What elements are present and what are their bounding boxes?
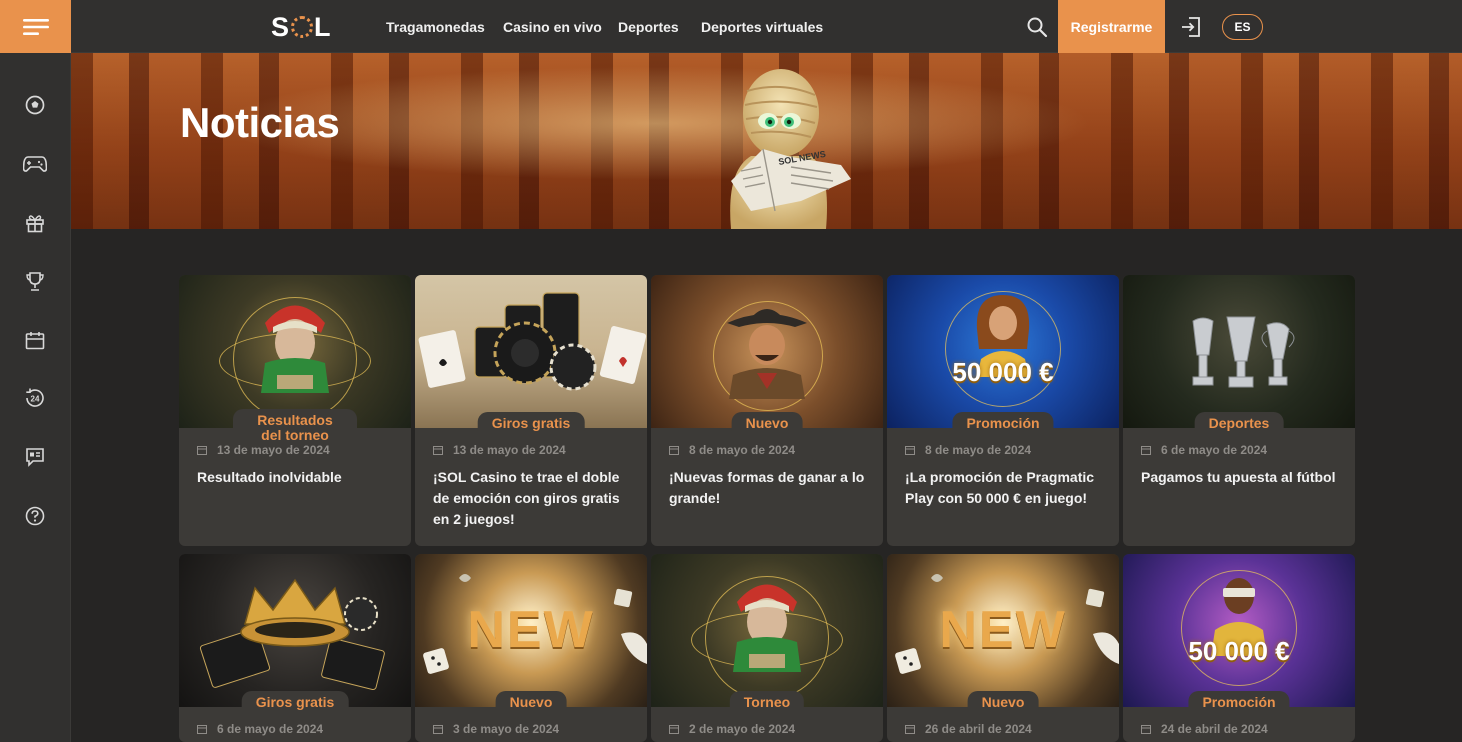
news-card[interactable]: Nuevo 8 de mayo de 2024 ¡Nuevas formas d… xyxy=(651,275,883,546)
card-date-text: 26 de abril de 2024 xyxy=(925,722,1032,736)
card-image: NEW xyxy=(887,554,1119,707)
card-tag: Nuevo xyxy=(495,691,567,710)
nav-deportes[interactable]: Deportes xyxy=(618,0,679,53)
news-card[interactable]: 50 000 € Promoción 8 de mayo de 2024 ¡La… xyxy=(887,275,1119,546)
card-banner-text: 50 000 € xyxy=(952,357,1054,387)
card-title: ¡SOL Casino te trae el doble de emoción … xyxy=(433,469,620,527)
trophy-icon[interactable] xyxy=(22,268,48,294)
card-date: 6 de mayo de 2024 xyxy=(179,707,411,736)
page-title: Noticias xyxy=(180,99,340,146)
hamburger-icon xyxy=(22,18,49,35)
card-image xyxy=(651,554,883,707)
sun-logo-icon xyxy=(291,16,314,38)
mummy-reading-newspaper-illustration: SOL NEWS xyxy=(730,69,851,229)
sidebar: 24 xyxy=(0,53,71,742)
news-card[interactable]: NEW Nuevo 26 de abril de 2024 xyxy=(887,554,1119,742)
gamepad-icon[interactable] xyxy=(22,151,48,177)
card-tag: Nuevo xyxy=(731,412,803,431)
hero-banner: Noticias SOL NEWS xyxy=(71,53,1462,229)
calendar-small-icon xyxy=(669,446,679,455)
menu-button[interactable] xyxy=(0,0,71,53)
card-tag: Torneo xyxy=(729,691,805,710)
card-image xyxy=(179,554,411,707)
gift-icon[interactable] xyxy=(22,210,48,236)
card-image xyxy=(1123,275,1355,428)
calendar-small-icon xyxy=(1141,725,1151,734)
card-image xyxy=(651,275,883,428)
news-card[interactable]: Giros gratis 13 de mayo de 2024 ¡SOL Cas… xyxy=(415,275,647,546)
card-date: 2 de mayo de 2024 xyxy=(651,707,883,736)
card-tag: Nuevo xyxy=(967,691,1039,710)
register-button[interactable]: Registrarme xyxy=(1058,0,1165,53)
soccer-ball-icon[interactable] xyxy=(22,92,48,118)
calendar-small-icon xyxy=(433,725,443,734)
nav-casino-en-vivo[interactable]: Casino en vivo xyxy=(503,0,602,53)
card-date-text: 3 de mayo de 2024 xyxy=(453,722,560,736)
search-icon[interactable] xyxy=(1026,16,1048,38)
card-date: 24 de abril de 2024 xyxy=(1123,707,1355,736)
card-title: Resultado inolvidable xyxy=(197,469,342,485)
card-image: 50 000 € xyxy=(887,275,1119,428)
calendar-icon[interactable] xyxy=(22,327,48,353)
card-date: 3 de mayo de 2024 xyxy=(415,707,647,736)
calendar-small-icon xyxy=(433,446,443,455)
card-date-text: 6 de mayo de 2024 xyxy=(1161,443,1268,457)
card-banner-text: NEW xyxy=(939,601,1067,659)
card-date: 8 de mayo de 2024 xyxy=(887,428,1119,457)
card-date-text: 2 de mayo de 2024 xyxy=(689,722,796,736)
support-24-icon[interactable]: 24 xyxy=(22,385,48,411)
chat-icon[interactable] xyxy=(22,444,48,470)
news-card[interactable]: Torneo 2 de mayo de 2024 xyxy=(651,554,883,742)
card-date-text: 8 de mayo de 2024 xyxy=(689,443,796,457)
language-selector[interactable]: ES xyxy=(1222,14,1263,40)
card-tag: Giros gratis xyxy=(477,412,585,431)
svg-text:24: 24 xyxy=(31,394,40,403)
card-image: 50 000 € xyxy=(1123,554,1355,707)
card-date-text: 13 de mayo de 2024 xyxy=(217,443,330,457)
card-title: Pagamos tu apuesta al fútbol xyxy=(1141,469,1336,485)
card-date-text: 24 de abril de 2024 xyxy=(1161,722,1268,736)
news-card[interactable]: NEW Nuevo 3 de mayo de 2024 xyxy=(415,554,647,742)
news-card[interactable]: 50 000 € Promoción 24 de abril de 2024 xyxy=(1123,554,1355,742)
login-icon[interactable] xyxy=(1179,15,1203,39)
nav-deportes-virtuales[interactable]: Deportes virtuales xyxy=(701,0,823,53)
card-date: 26 de abril de 2024 xyxy=(887,707,1119,736)
card-date: 8 de mayo de 2024 xyxy=(651,428,883,457)
sol-logo[interactable]: SL xyxy=(271,12,332,42)
card-date-text: 13 de mayo de 2024 xyxy=(453,443,566,457)
calendar-small-icon xyxy=(197,725,207,734)
card-banner-text: 50 000 € xyxy=(1188,636,1290,666)
news-card[interactable]: Deportes 6 de mayo de 2024 Pagamos tu ap… xyxy=(1123,275,1355,546)
card-date: 6 de mayo de 2024 xyxy=(1123,428,1355,457)
card-tag: Giros gratis xyxy=(241,691,349,710)
card-title: ¡Nuevas formas de ganar a lo grande! xyxy=(669,469,865,506)
card-image xyxy=(415,275,647,428)
card-tag: Promoción xyxy=(952,412,1054,431)
card-date-text: 8 de mayo de 2024 xyxy=(925,443,1032,457)
calendar-small-icon xyxy=(1141,446,1151,455)
help-icon[interactable] xyxy=(22,503,48,529)
calendar-small-icon xyxy=(905,446,915,455)
card-tag: Deportes xyxy=(1194,412,1284,431)
card-tag: Promoción xyxy=(1188,691,1290,710)
card-date: 13 de mayo de 2024 xyxy=(415,428,647,457)
news-card[interactable]: Giros gratis 6 de mayo de 2024 xyxy=(179,554,411,742)
calendar-small-icon xyxy=(197,446,207,455)
top-bar: SL Tragamonedas Casino en vivo Deportes … xyxy=(71,0,1462,53)
card-image: NEW xyxy=(415,554,647,707)
calendar-small-icon xyxy=(905,725,915,734)
card-date-text: 6 de mayo de 2024 xyxy=(217,722,324,736)
nav-tragamonedas[interactable]: Tragamonedas xyxy=(386,0,485,53)
card-image xyxy=(179,275,411,428)
card-tag: Resultados del torneo xyxy=(233,409,357,443)
news-card[interactable]: Resultados del torneo 13 de mayo de 2024… xyxy=(179,275,411,546)
card-title: ¡La promoción de Pragmatic Play con 50 0… xyxy=(905,469,1095,506)
card-banner-text: NEW xyxy=(467,601,595,659)
calendar-small-icon xyxy=(669,725,679,734)
